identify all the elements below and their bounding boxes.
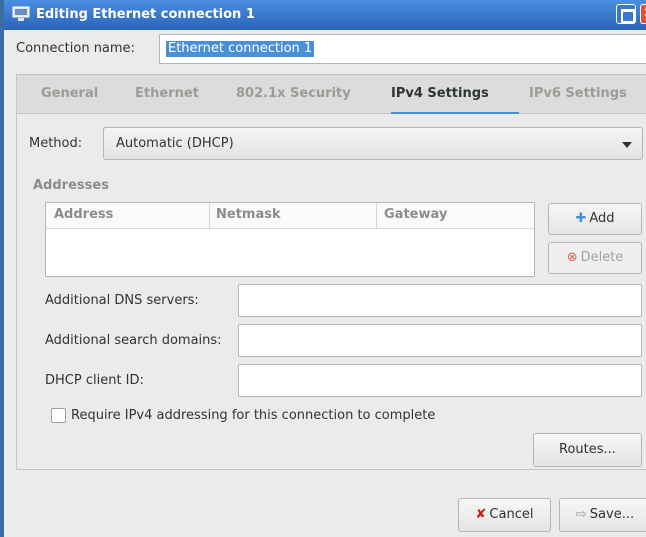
require-ipv4-label[interactable]: Require IPv4 addressing for this connect… bbox=[71, 408, 435, 423]
dhcp-client-id-input[interactable] bbox=[238, 364, 642, 397]
tab-ipv4-settings[interactable]: IPv4 Settings bbox=[391, 86, 489, 101]
connection-name-label: Connection name: bbox=[16, 41, 135, 56]
method-label: Method: bbox=[29, 136, 83, 151]
delete-icon: ⊗ bbox=[566, 250, 578, 265]
connection-name-row: Connection name: Ethernet connection 1 bbox=[4, 30, 646, 68]
routes-button[interactable]: Routes... bbox=[533, 433, 642, 467]
tab-ipv6-settings[interactable]: IPv6 Settings bbox=[529, 86, 627, 101]
cancel-label: Cancel bbox=[489, 507, 534, 522]
method-dropdown[interactable]: Automatic (DHCP) bbox=[103, 127, 643, 160]
maximize-icon[interactable] bbox=[616, 4, 636, 24]
window-title: Editing Ethernet connection 1 bbox=[36, 7, 255, 22]
network-icon bbox=[12, 6, 30, 21]
column-separator bbox=[376, 203, 377, 229]
dhcp-client-id-label: DHCP client ID: bbox=[45, 373, 144, 388]
require-ipv4-checkbox[interactable] bbox=[51, 408, 66, 423]
tab-8021x-security[interactable]: 802.1x Security bbox=[236, 86, 351, 101]
addresses-table-header: Address Netmask Gateway bbox=[46, 203, 534, 229]
cancel-button[interactable]: ✘ Cancel bbox=[458, 498, 551, 532]
search-domains-label: Additional search domains: bbox=[45, 333, 222, 348]
column-separator bbox=[209, 203, 210, 229]
addresses-table[interactable]: Address Netmask Gateway bbox=[45, 202, 535, 277]
tab-ethernet[interactable]: Ethernet bbox=[135, 86, 199, 101]
method-value: Automatic (DHCP) bbox=[116, 136, 234, 151]
connection-name-value: Ethernet connection 1 bbox=[166, 41, 315, 57]
dialog-window: Editing Ethernet connection 1 Connection… bbox=[0, 0, 646, 537]
column-netmask[interactable]: Netmask bbox=[216, 207, 281, 229]
cancel-icon: ✘ bbox=[475, 507, 487, 522]
tab-bar: General Ethernet 802.1x Security IPv4 Se… bbox=[16, 74, 646, 115]
close-icon[interactable] bbox=[640, 4, 646, 24]
delete-label: Delete bbox=[580, 250, 624, 265]
dns-servers-input[interactable] bbox=[238, 284, 642, 317]
add-address-button[interactable]: ✚ Add bbox=[548, 203, 642, 235]
column-address[interactable]: Address bbox=[54, 207, 113, 229]
connection-name-input[interactable]: Ethernet connection 1 bbox=[159, 34, 646, 64]
search-domains-input[interactable] bbox=[238, 324, 642, 357]
save-label: Save... bbox=[589, 507, 635, 522]
delete-address-button[interactable]: ⊗ Delete bbox=[548, 242, 642, 274]
addresses-title: Addresses bbox=[33, 178, 109, 193]
save-icon: ⇨ bbox=[575, 507, 587, 522]
add-label: Add bbox=[589, 211, 615, 226]
column-gateway[interactable]: Gateway bbox=[384, 207, 447, 229]
dns-servers-label: Additional DNS servers: bbox=[45, 293, 199, 308]
chevron-down-icon bbox=[622, 142, 632, 148]
tab-general[interactable]: General bbox=[41, 86, 98, 101]
add-icon: ✚ bbox=[575, 211, 587, 226]
save-button[interactable]: ⇨ Save... bbox=[559, 498, 646, 532]
title-bar[interactable]: Editing Ethernet connection 1 bbox=[4, 0, 646, 30]
